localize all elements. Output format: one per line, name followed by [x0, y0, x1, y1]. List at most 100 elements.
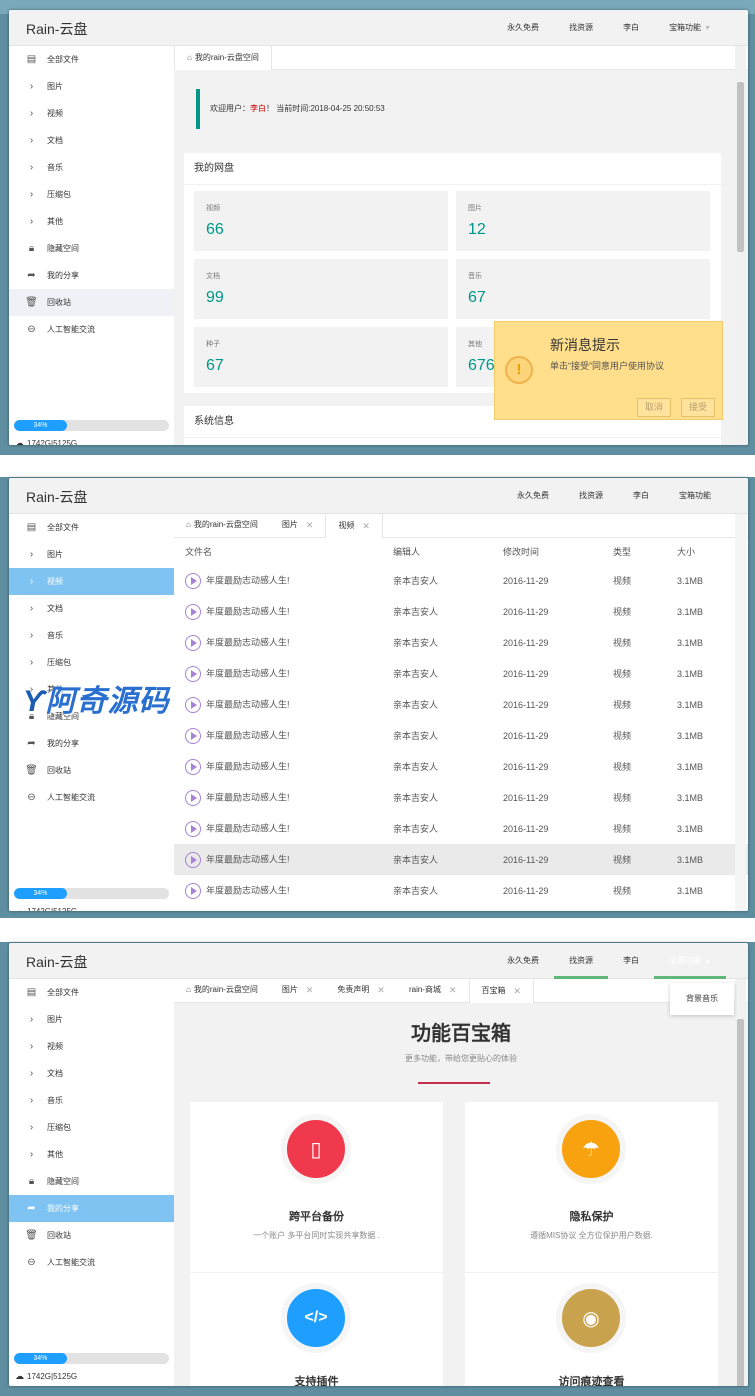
feature-card-plugins[interactable]: </> 支持插件	[190, 1272, 443, 1386]
cell-filename[interactable]: 年度最励志动感人生!	[174, 627, 393, 658]
nav-free[interactable]: 永久免费	[502, 478, 564, 514]
column-filename[interactable]: 文件名	[174, 538, 393, 565]
nav-free[interactable]: 永久免费	[492, 10, 554, 46]
close-icon[interactable]: ✕	[306, 514, 314, 537]
cell-filename[interactable]: 年度最励志动感人生!	[174, 720, 393, 751]
sidebar-item-documents[interactable]: › 文档	[9, 127, 174, 154]
close-icon[interactable]: ✕	[514, 979, 522, 1003]
tab-disclaimer[interactable]: 免责声明 ✕	[325, 979, 397, 1002]
scrollbar-track[interactable]	[735, 514, 746, 911]
sidebar-item-images[interactable]: › 图片	[9, 1006, 174, 1033]
sidebar-item-documents[interactable]: › 文档	[9, 595, 174, 622]
cell-filename[interactable]: 年度最励志动感人生!	[174, 813, 393, 844]
tab-home[interactable]: ⌂ 我的rain-云盘空间	[174, 514, 270, 537]
column-type[interactable]: 类型	[613, 538, 677, 565]
app-logo[interactable]: Rain-云盘	[26, 19, 87, 39]
close-icon[interactable]: ✕	[362, 514, 370, 538]
sidebar-item-videos[interactable]: › 视频	[9, 568, 174, 595]
sidebar-item-recycle-bin[interactable]: 🗑︎ 回收站	[9, 1222, 174, 1249]
nav-toolbox[interactable]: 宝箱功能 ▲	[654, 943, 726, 979]
sidebar-item-archives[interactable]: › 压缩包	[9, 649, 174, 676]
sidebar-item-images[interactable]: › 图片	[9, 73, 174, 100]
column-editor[interactable]: 编辑人	[393, 538, 503, 565]
tab-shop[interactable]: rain-商城 ✕	[397, 979, 469, 1002]
stat-videos[interactable]: 视频 66	[194, 191, 448, 251]
sidebar-item-archives[interactable]: › 压缩包	[9, 181, 174, 208]
sidebar-item-videos[interactable]: › 视频	[9, 1033, 174, 1060]
sidebar-item-ai-chat[interactable]: ⊖ 人工智能交流	[9, 1249, 174, 1276]
tab-images[interactable]: 图片 ✕	[270, 514, 326, 537]
table-row[interactable]: 年度最励志动感人生! 亲本吉安人 2016-11-29 视频 3.1MB	[174, 875, 748, 906]
sidebar-item-hidden-space[interactable]: 🔒︎ 隐藏空间	[9, 1168, 174, 1195]
cell-filename[interactable]: 年度最励志动感人生!	[174, 751, 393, 782]
tab-home[interactable]: ⌂ 我的rain-云盘空间	[174, 46, 272, 70]
stat-images[interactable]: 图片 12	[456, 191, 710, 251]
nav-toolbox[interactable]: 宝箱功能 ▼	[654, 10, 726, 46]
sidebar-item-ai-chat[interactable]: ⊖ 人工智能交流	[9, 316, 174, 343]
toast-cancel-button[interactable]: 取消	[637, 398, 672, 417]
sidebar-item-all-files[interactable]: ▤ 全部文件	[9, 514, 174, 541]
sidebar-item-hidden-space[interactable]: 🔒︎ 隐藏空间	[9, 235, 174, 262]
tab-videos[interactable]: 视频 ✕	[325, 514, 383, 538]
sidebar-item-archives[interactable]: › 压缩包	[9, 1114, 174, 1141]
cell-filename[interactable]: 年度最励志动感人生!	[174, 875, 393, 906]
table-row[interactable]: 年度最励志动感人生! 亲本吉安人 2016-11-29 视频 3.1MB	[174, 565, 748, 596]
stat-music[interactable]: 音乐 67	[456, 259, 710, 319]
scrollbar-thumb[interactable]	[737, 82, 744, 252]
dropdown-item-bg-music[interactable]: 背景音乐	[670, 983, 734, 1015]
app-logo[interactable]: Rain-云盘	[26, 487, 87, 507]
nav-find-resource[interactable]: 找资源	[554, 10, 608, 46]
sidebar-item-my-shares[interactable]: ➦ 我的分享	[9, 262, 174, 289]
nav-user[interactable]: 李白	[608, 943, 654, 979]
toast-accept-button[interactable]: 接受	[681, 398, 716, 417]
sidebar-item-recycle-bin[interactable]: 🗑︎ 回收站	[9, 757, 174, 784]
cell-filename[interactable]: 年度最励志动感人生!	[174, 689, 393, 720]
column-modified[interactable]: 修改时间	[503, 538, 613, 565]
feature-card-access-log[interactable]: ◉ 访问痕迹查看	[465, 1272, 718, 1386]
sidebar-item-videos[interactable]: › 视频	[9, 100, 174, 127]
table-row[interactable]: 年度最励志动感人生! 亲本吉安人 2016-11-29 视频 3.1MB	[174, 658, 748, 689]
nav-user[interactable]: 李白	[608, 10, 654, 46]
cell-filename[interactable]: 年度最励志动感人生!	[174, 658, 393, 689]
table-row[interactable]: 年度最励志动感人生! 亲本吉安人 2016-11-29 视频 3.1MB	[174, 689, 748, 720]
feature-card-backup[interactable]: ▯ 跨平台备份 一个账户 多平台同时实现共享数据 .	[190, 1102, 443, 1272]
tab-home[interactable]: ⌂ 我的rain-云盘空间	[174, 979, 270, 1002]
scrollbar-thumb[interactable]	[737, 1019, 744, 1386]
sidebar-item-all-files[interactable]: ▤ 全部文件	[9, 979, 174, 1006]
table-row[interactable]: 年度最励志动感人生! 亲本吉安人 2016-11-29 视频 3.1MB	[174, 844, 748, 875]
nav-find-resource[interactable]: 找资源	[564, 478, 618, 514]
app-logo[interactable]: Rain-云盘	[26, 952, 87, 972]
cell-filename[interactable]: 年度最励志动感人生!	[174, 596, 393, 627]
sidebar-item-music[interactable]: › 音乐	[9, 1087, 174, 1114]
stat-documents[interactable]: 文档 99	[194, 259, 448, 319]
feature-card-privacy[interactable]: ☂ 隐私保护 遵循MIS协议 全方位保护用户数据.	[465, 1102, 718, 1272]
cell-filename[interactable]: 年度最励志动感人生!	[174, 844, 393, 875]
table-row[interactable]: 年度最励志动感人生! 亲本吉安人 2016-11-29 视频 3.1MB	[174, 720, 748, 751]
sidebar-item-other[interactable]: › 其他	[9, 208, 174, 235]
sidebar-item-documents[interactable]: › 文档	[9, 1060, 174, 1087]
sidebar-item-images[interactable]: › 图片	[9, 541, 174, 568]
nav-find-resource[interactable]: 找资源	[554, 943, 609, 979]
close-icon[interactable]: ✕	[449, 979, 457, 1002]
sidebar-item-ai-chat[interactable]: ⊖ 人工智能交流	[9, 784, 174, 811]
nav-toolbox[interactable]: 宝箱功能	[664, 478, 726, 514]
sidebar-item-my-shares[interactable]: ➦ 我的分享	[9, 1195, 174, 1222]
nav-free[interactable]: 永久免费	[492, 943, 554, 979]
tab-toolbox[interactable]: 百宝箱 ✕	[468, 979, 535, 1003]
stat-torrents[interactable]: 种子 67	[194, 327, 448, 387]
cell-filename[interactable]: 年度最励志动感人生!	[174, 565, 393, 596]
close-icon[interactable]: ✕	[377, 979, 385, 1002]
sidebar-item-all-files[interactable]: ▤ 全部文件	[9, 46, 174, 73]
sidebar-item-music[interactable]: › 音乐	[9, 622, 174, 649]
nav-user[interactable]: 李白	[618, 478, 664, 514]
close-icon[interactable]: ✕	[306, 979, 314, 1002]
cell-filename[interactable]: 年度最励志动感人生!	[174, 782, 393, 813]
table-row[interactable]: 年度最励志动感人生! 亲本吉安人 2016-11-29 视频 3.1MB	[174, 627, 748, 658]
tab-images[interactable]: 图片 ✕	[270, 979, 326, 1002]
table-row[interactable]: 年度最励志动感人生! 亲本吉安人 2016-11-29 视频 3.1MB	[174, 782, 748, 813]
table-row[interactable]: 年度最励志动感人生! 亲本吉安人 2016-11-29 视频 3.1MB	[174, 596, 748, 627]
sidebar-item-my-shares[interactable]: ➦ 我的分享	[9, 730, 174, 757]
sidebar-item-other[interactable]: › 其他	[9, 1141, 174, 1168]
sidebar-item-music[interactable]: › 音乐	[9, 154, 174, 181]
sidebar-item-recycle-bin[interactable]: 🗑︎ 回收站	[9, 289, 174, 316]
